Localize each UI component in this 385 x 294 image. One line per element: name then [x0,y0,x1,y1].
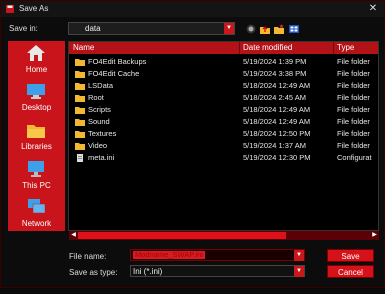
home-icon [27,45,45,61]
folder-icon [75,119,85,126]
file-name-value[interactable]: Modname_SWAP.ini [133,251,205,259]
scroll-left-icon[interactable]: ◀ [69,231,78,240]
file-name-label: File name: [69,252,107,261]
file-type: File folder [337,117,370,126]
file-type: File folder [337,105,370,114]
cancel-button[interactable]: Cancel [327,265,374,278]
file-row[interactable]: Sound 5/18/2024 12:49 AM File folder [69,116,378,127]
file-date: 5/19/2024 12:30 PM [243,153,311,162]
folder-icon [75,143,85,150]
file-row[interactable]: Root 5/18/2024 2:45 AM File folder [69,92,378,103]
folder-icon [75,59,85,66]
title-bar[interactable]: Save As ✕ [1,1,384,17]
column-divider[interactable] [333,42,334,54]
save-icon [6,5,14,13]
save-as-type-select[interactable]: Ini (*.ini) ▼ [130,265,305,277]
file-type: Configurat [337,153,372,162]
horizontal-scrollbar[interactable]: ◀ ▶ [69,231,379,240]
file-name: Video [88,141,108,150]
file-type: File folder [337,81,370,90]
file-type: File folder [337,129,370,138]
file-name: FO4Edit Cache [88,69,140,78]
folder-icon [72,25,81,32]
place-label: Home [25,65,48,74]
file-date: 5/18/2024 2:45 AM [243,93,306,102]
file-list-header: Name Date modified Type [69,42,378,54]
folder-icon [75,71,85,78]
save-in-value: data [85,24,101,33]
places-bar: Home Desktop Libraries This PC Network [8,41,65,231]
column-type[interactable]: Type [337,43,354,52]
chevron-down-icon[interactable]: ▼ [294,266,304,277]
file-type: File folder [337,69,370,78]
file-name: meta.ini [88,153,115,162]
place-label: Libraries [21,142,52,151]
file-list[interactable]: Name Date modified Type FO4Edit Backups … [68,41,379,231]
save-as-type-value: Ini (*.ini) [133,267,163,276]
folder-icon [75,107,85,114]
file-date: 5/19/2024 1:39 PM [243,57,307,66]
column-name[interactable]: Name [73,43,94,52]
file-row[interactable]: Scripts 5/18/2024 12:49 AM File folder [69,104,378,115]
chevron-down-icon[interactable]: ▼ [294,250,304,261]
column-date[interactable]: Date modified [243,43,292,52]
place-label: Network [21,219,52,228]
back-icon[interactable] [245,23,257,35]
folder-icon [75,131,85,138]
file-name-field[interactable]: Modname_SWAP.ini ▼ [130,249,305,261]
save-as-dialog: Save As ✕ Save in: data ▼ Home Desktop L… [0,0,385,288]
place-desktop[interactable]: Desktop [8,79,65,115]
file-type: File folder [337,141,370,150]
file-type: File folder [337,57,370,66]
window-title: Save As [19,4,49,13]
view-menu-icon[interactable] [288,23,300,35]
close-button[interactable]: ✕ [367,2,379,15]
folder-icon [75,95,85,102]
file-date: 5/18/2024 12:49 AM [243,81,311,90]
file-name: FO4Edit Backups [88,57,147,66]
save-in-label: Save in: [9,24,38,33]
desktop-icon [27,84,45,99]
up-folder-icon[interactable] [259,23,271,35]
file-name: Textures [88,129,117,138]
file-date: 5/19/2024 3:38 PM [243,69,307,78]
place-home[interactable]: Home [8,41,65,77]
folder-icon [75,83,85,90]
file-type: File folder [337,93,370,102]
file-row[interactable]: LSData 5/18/2024 12:49 AM File folder [69,80,378,91]
file-date: 5/18/2024 12:50 PM [243,129,311,138]
file-date: 5/18/2024 12:49 AM [243,117,311,126]
place-this-pc[interactable]: This PC [8,157,65,193]
place-network[interactable]: Network [8,195,65,231]
file-row[interactable]: meta.ini 5/19/2024 12:30 PM Configurat [69,152,378,163]
scroll-right-icon[interactable]: ▶ [370,231,379,240]
file-row[interactable]: Textures 5/18/2024 12:50 PM File folder [69,128,378,139]
file-date: 5/19/2024 1:37 AM [243,141,306,150]
scrollbar-thumb[interactable] [78,232,286,239]
file-row[interactable]: FO4Edit Cache 5/19/2024 3:38 PM File fol… [69,68,378,79]
new-folder-icon[interactable] [273,23,285,35]
column-divider[interactable] [239,42,240,54]
file-name: Sound [88,117,110,126]
file-row[interactable]: Video 5/19/2024 1:37 AM File folder [69,140,378,151]
place-label: Desktop [21,103,52,112]
libraries-icon [27,125,45,138]
this-pc-icon [28,161,44,177]
save-as-type-label: Save as type: [69,268,118,277]
network-icon [28,199,46,214]
file-name: LSData [88,81,114,90]
file-name: Root [88,93,104,102]
save-button[interactable]: Save [327,249,374,262]
save-in-combo[interactable]: data ▼ [68,22,235,35]
ini-file-icon [77,154,83,162]
place-libraries[interactable]: Libraries [8,118,65,154]
file-name: Scripts [88,105,111,114]
place-label: This PC [22,181,51,190]
file-row[interactable]: FO4Edit Backups 5/19/2024 1:39 PM File f… [69,56,378,67]
chevron-down-icon[interactable]: ▼ [224,23,234,34]
file-date: 5/18/2024 12:49 AM [243,105,311,114]
